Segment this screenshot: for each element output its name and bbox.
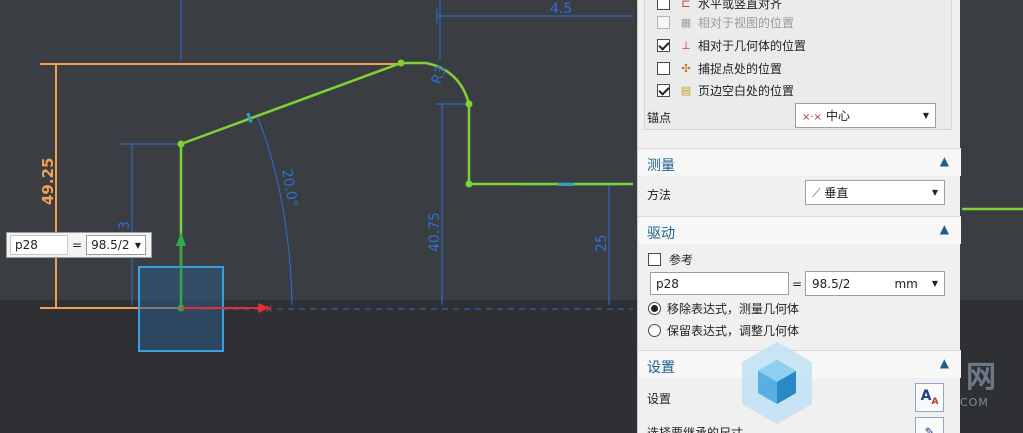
- inherit-dimension-button[interactable]: ✎: [915, 417, 944, 433]
- method-select[interactable]: ⟋ 垂直 ▼: [805, 180, 945, 205]
- align-checkbox[interactable]: [657, 0, 670, 10]
- param-value-select[interactable]: 98.5/2 mm ▼: [805, 271, 945, 296]
- chevron-down-icon: ▼: [922, 111, 929, 120]
- anchor-center-icon: ×·×: [802, 112, 822, 123]
- view-position-checkbox: [657, 16, 670, 29]
- option-view-position: ▦ 相对于视图的位置: [657, 14, 794, 31]
- geometry-position-icon: ⊥: [681, 39, 691, 52]
- anchor-select[interactable]: ×·× 中心 ▼: [795, 103, 936, 128]
- chevron-up-icon[interactable]: ▲: [940, 222, 949, 236]
- param-name-input[interactable]: p28: [650, 272, 789, 295]
- inherit-dimension-label: 选择要继承的尺寸: [647, 426, 744, 433]
- chevron-up-icon[interactable]: ▲: [940, 154, 949, 168]
- remove-expression-radio[interactable]: [648, 302, 661, 315]
- section-measure[interactable]: 测量 ▲: [638, 148, 961, 176]
- snap-point-icon: ✣: [681, 62, 691, 75]
- option-margin-position-label: 页边空白处的位置: [698, 84, 795, 98]
- radio-remove-expression[interactable]: 移除表达式，测量几何体: [648, 300, 799, 317]
- option-geometry-position[interactable]: ⊥ 相对于几何体的位置: [657, 37, 806, 54]
- watermark-text: 网: [966, 360, 997, 395]
- dim-top[interactable]: 4.5: [550, 1, 572, 17]
- inline-dimension-editor: p28 = 98.5/2 ▼: [6, 232, 152, 258]
- radio-keep-expression-label: 保留表达式，调整几何体: [667, 324, 800, 338]
- keep-expression-radio[interactable]: [648, 324, 661, 337]
- param-value-text: 98.5/2: [812, 276, 851, 291]
- section-settings-title: 设置: [647, 360, 675, 376]
- option-snap-point-label: 捕捉点处的位置: [698, 62, 783, 76]
- watermark-logo-icon: [742, 342, 812, 424]
- align-icon: ⊏: [681, 0, 691, 10]
- settings-button[interactable]: AA: [915, 383, 944, 412]
- option-snap-point[interactable]: ✣ 捕捉点处的位置: [657, 60, 782, 77]
- drive-equals-label: =: [792, 277, 803, 291]
- chevron-down-icon: ▼: [931, 279, 938, 288]
- option-align-label: 水平或竖直对齐: [698, 0, 783, 11]
- option-view-position-label: 相对于视图的位置: [698, 16, 795, 30]
- perpendicular-icon: ⟋: [812, 186, 821, 200]
- text-style-icon: AA: [920, 388, 939, 407]
- snap-point-checkbox[interactable]: [657, 62, 670, 75]
- section-measure-title: 测量: [647, 158, 675, 174]
- view-position-icon: ▦: [680, 16, 692, 29]
- dim-left[interactable]: 3: [117, 221, 133, 230]
- geometry-position-checkbox[interactable]: [657, 39, 670, 52]
- eyedropper-icon: ✎: [924, 424, 935, 433]
- anchor-label: 锚点: [647, 111, 672, 125]
- method-label: 方法: [647, 188, 672, 202]
- section-drive-title: 驱动: [647, 226, 675, 242]
- margin-position-icon: ▤: [680, 84, 692, 97]
- inline-equals-label: =: [72, 238, 83, 252]
- option-align[interactable]: ⊏ 水平或竖直对齐: [657, 0, 782, 12]
- inline-value-text: 98.5/2: [91, 238, 130, 252]
- reference-checkbox[interactable]: [648, 253, 661, 266]
- option-geometry-position-label: 相对于几何体的位置: [698, 39, 807, 53]
- anchor-value: 中心: [825, 109, 850, 123]
- unit-label: mm: [894, 276, 918, 291]
- margin-position-checkbox[interactable]: [657, 84, 670, 97]
- inline-value-dropdown[interactable]: 98.5/2 ▼: [86, 235, 147, 255]
- radio-remove-expression-label: 移除表达式，测量几何体: [667, 302, 800, 316]
- dim-40-75[interactable]: 40.75: [427, 212, 443, 252]
- chevron-up-icon[interactable]: ▲: [940, 356, 949, 370]
- svg-text:X: X: [266, 305, 272, 315]
- chevron-down-icon: ▼: [931, 188, 938, 197]
- reference-label: 参考: [669, 253, 694, 267]
- dim-25[interactable]: 25: [594, 234, 610, 252]
- reference-option[interactable]: 参考: [648, 251, 693, 268]
- dim-orange[interactable]: 49.25: [39, 158, 57, 205]
- section-drive[interactable]: 驱动 ▲: [638, 216, 961, 244]
- method-value: 垂直: [824, 186, 849, 200]
- option-margin-position[interactable]: ▤ 页边空白处的位置: [657, 82, 794, 99]
- inline-param-name-input[interactable]: p28: [10, 235, 68, 255]
- chevron-down-icon: ▼: [134, 240, 142, 250]
- radio-keep-expression[interactable]: 保留表达式，调整几何体: [648, 322, 799, 339]
- watermark-com: COM: [960, 396, 989, 409]
- settings-label: 设置: [647, 392, 672, 406]
